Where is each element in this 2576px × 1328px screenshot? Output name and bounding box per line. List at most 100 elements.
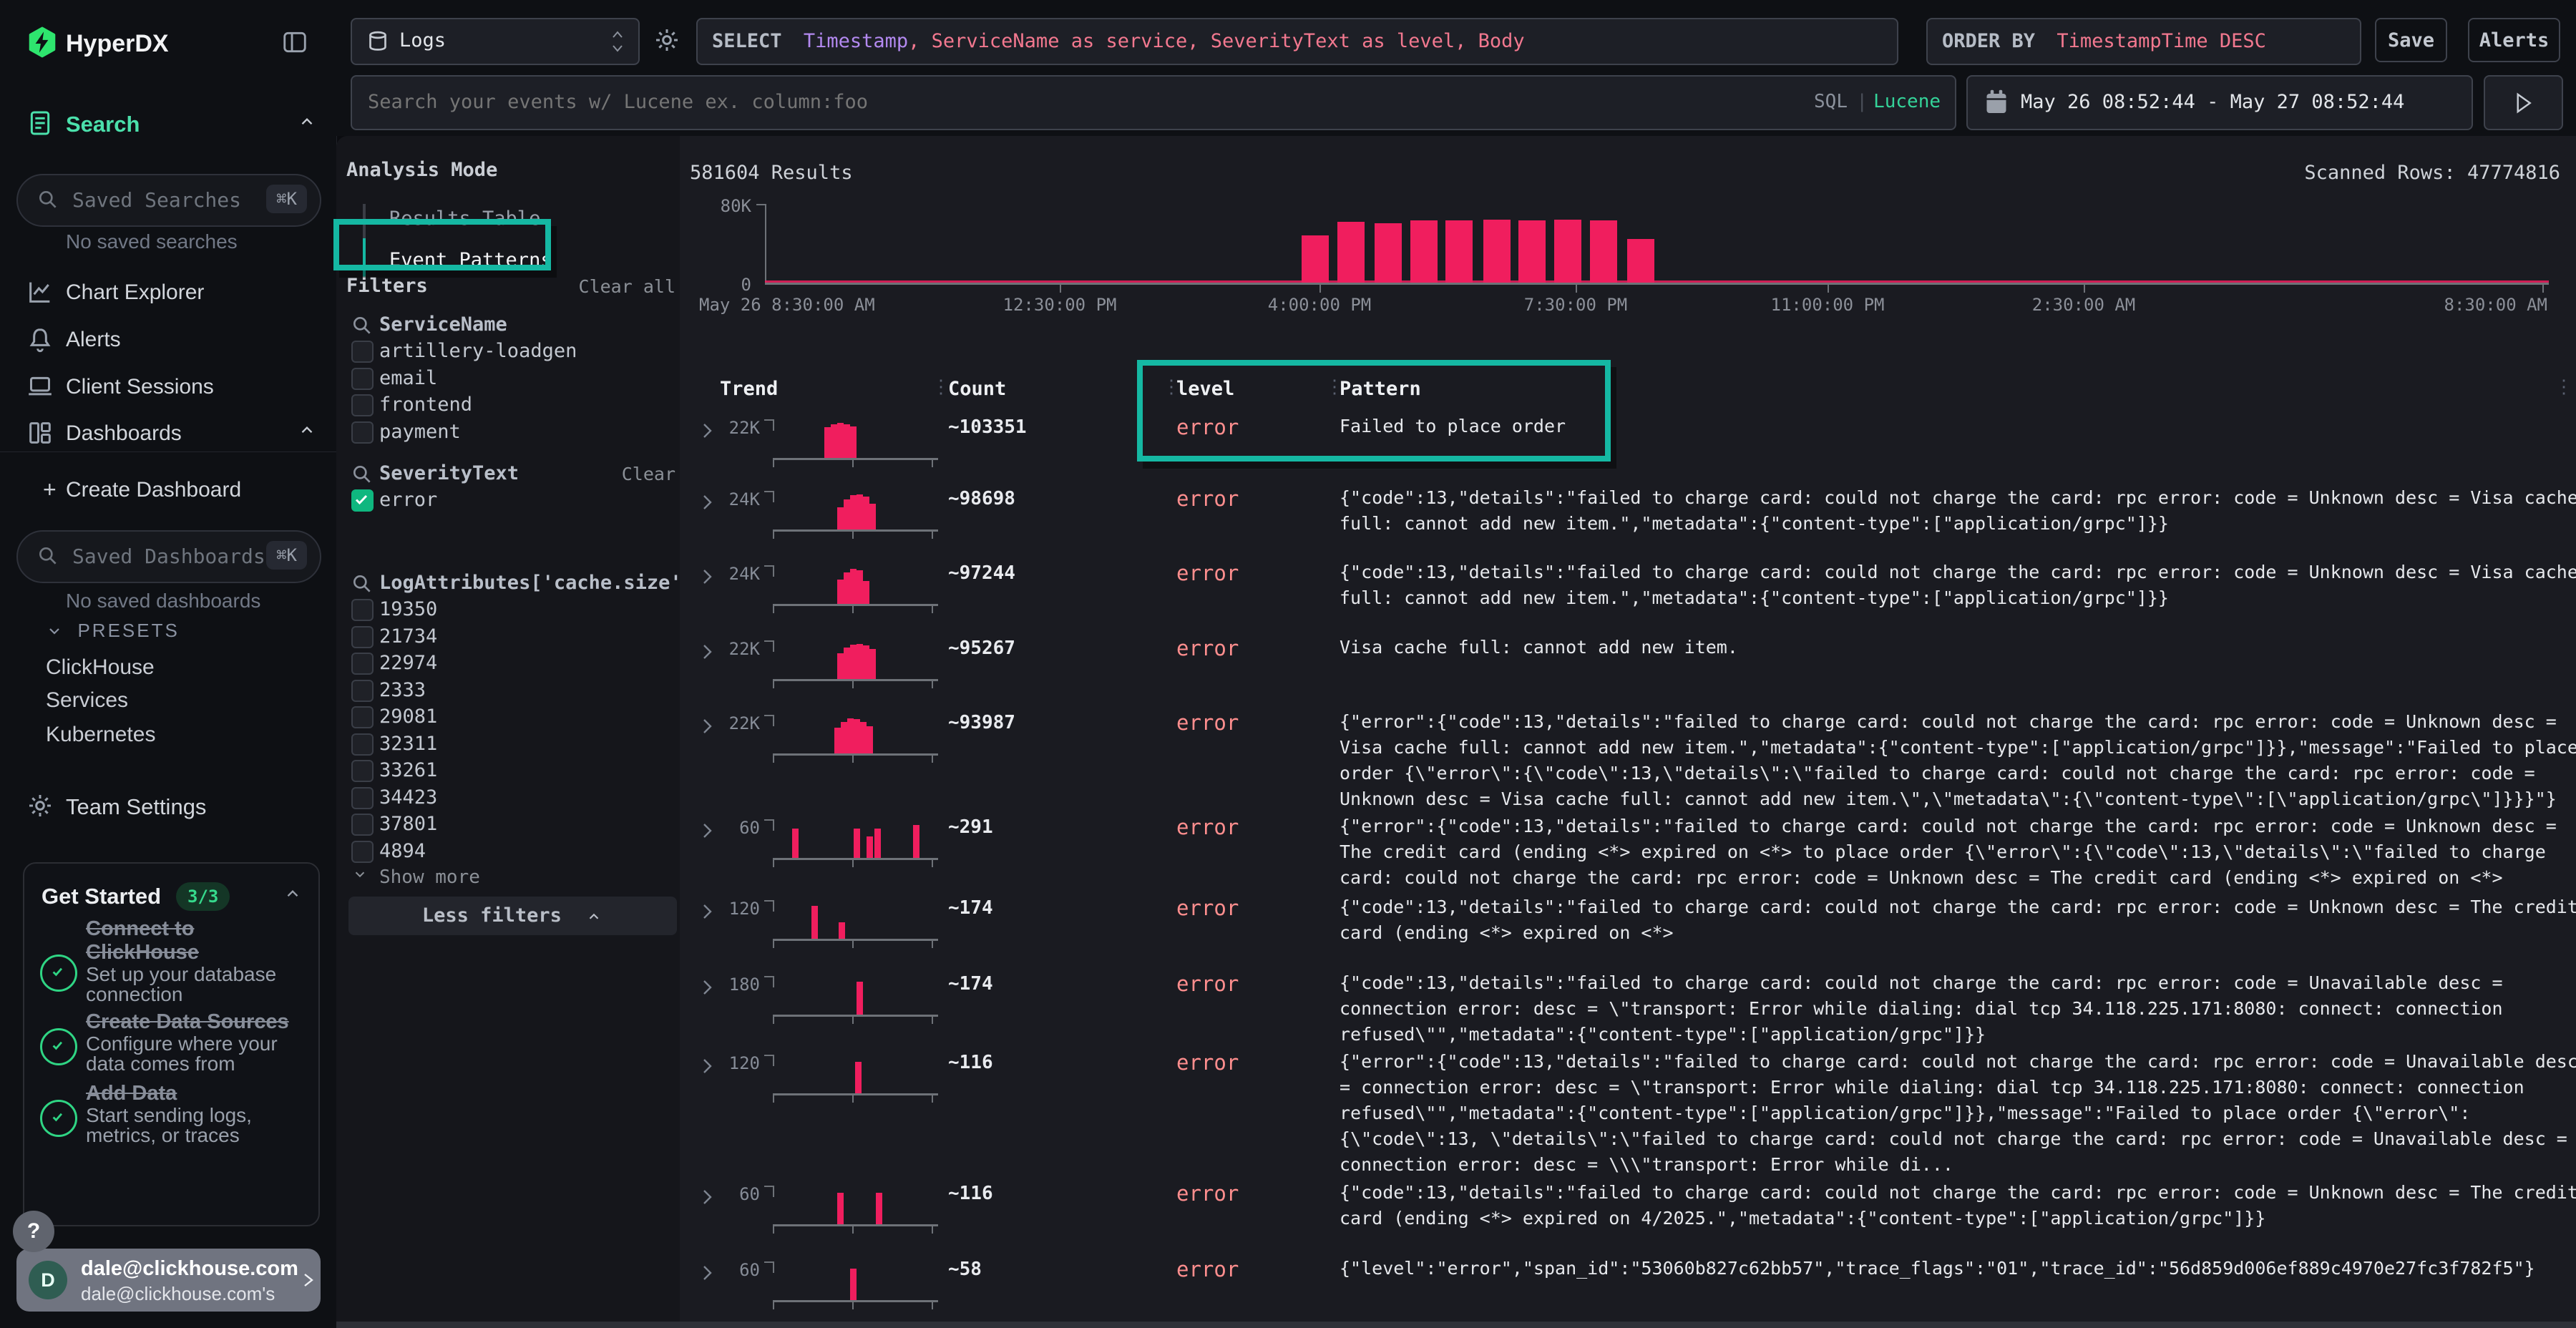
- checkbox[interactable]: [351, 368, 374, 390]
- checkbox[interactable]: [351, 421, 374, 444]
- table-row[interactable]: 120~174error{"code":13,"details":"failed…: [680, 889, 2576, 965]
- checkbox[interactable]: [351, 706, 374, 728]
- sparkline-bar: [869, 504, 876, 529]
- search-icon[interactable]: [351, 463, 374, 486]
- histogram-bar[interactable]: [1375, 223, 1402, 283]
- presets-toggle[interactable]: PRESETS: [44, 620, 180, 642]
- filter-option-payment[interactable]: payment: [336, 419, 680, 446]
- sparkline-bar: [837, 580, 844, 604]
- checkbox[interactable]: [351, 733, 374, 756]
- date-range-picker[interactable]: May 26 08:52:44 - May 27 08:52:44: [1966, 75, 2473, 130]
- filter-option-email[interactable]: email: [336, 366, 680, 393]
- user-menu[interactable]: D dale@clickhouse.com dale@clickhouse.co…: [16, 1249, 321, 1312]
- histogram-bar[interactable]: [1518, 220, 1546, 283]
- table-row[interactable]: 120~116error{"error":{"code":13,"details…: [680, 1043, 2576, 1174]
- checkbox[interactable]: [351, 680, 374, 702]
- chevron-up-icon[interactable]: [296, 113, 318, 132]
- sidebar-item-team-settings[interactable]: Team Settings: [0, 788, 336, 826]
- clear-all-filters-link[interactable]: Clear all: [579, 276, 675, 297]
- collapse-sidebar-icon[interactable]: [280, 29, 309, 56]
- sidebar-item-client-sessions[interactable]: Client Sessions: [0, 369, 336, 406]
- save-button[interactable]: Save: [2375, 18, 2447, 62]
- checkbox[interactable]: [351, 599, 374, 621]
- help-button[interactable]: ?: [13, 1211, 54, 1252]
- histogram-bar[interactable]: [1337, 222, 1365, 283]
- sidebar-item-dashboards[interactable]: Dashboards: [0, 416, 336, 453]
- event-search-input[interactable]: [366, 77, 1765, 127]
- checkbox[interactable]: [351, 341, 374, 363]
- saved-searches-input[interactable]: Saved Searches ⌘K: [16, 174, 321, 227]
- sparkline-tick: [852, 532, 854, 539]
- x-axis-tick: [1828, 283, 1829, 293]
- get-started-item-add-data[interactable]: Add DataStart sending logs, metrics, or …: [40, 1082, 305, 1150]
- preset-item-clickhouse[interactable]: ClickHouse: [46, 655, 155, 680]
- histogram-bar[interactable]: [1590, 220, 1617, 283]
- table-menu-icon[interactable]: ⋮: [2555, 376, 2573, 398]
- horizontal-scrollbar[interactable]: [336, 1322, 2576, 1328]
- histogram-bar[interactable]: [1445, 220, 1473, 283]
- table-row[interactable]: 60~116error×{"code":13,"details":"failed…: [680, 1174, 2576, 1250]
- sidebar-item-search[interactable]: Search: [0, 106, 336, 143]
- search-icon[interactable]: [351, 572, 374, 595]
- show-more-link[interactable]: Show more: [351, 866, 480, 888]
- table-row[interactable]: 22K~103351errorFailed to place order: [680, 408, 2576, 479]
- checkbox[interactable]: [351, 787, 374, 809]
- checkbox[interactable]: [351, 394, 374, 416]
- table-row[interactable]: 24K~97244error×{"code":13,"details":"fai…: [680, 554, 2576, 629]
- preset-item-kubernetes[interactable]: Kubernetes: [46, 723, 155, 747]
- histogram-bar[interactable]: [1483, 220, 1511, 283]
- filter-option-error[interactable]: error: [336, 487, 680, 514]
- filter-option-frontend[interactable]: frontend: [336, 392, 680, 419]
- checkbox[interactable]: [351, 626, 374, 648]
- search-icon[interactable]: [351, 314, 374, 337]
- filter-option-32311[interactable]: 32311: [336, 731, 680, 758]
- x-axis-label: May 26 8:30:00 AM: [699, 295, 875, 315]
- filter-option-33261[interactable]: 33261: [336, 758, 680, 785]
- checked-checkbox[interactable]: [351, 489, 374, 512]
- select-clause-input[interactable]: SELECT Timestamp, ServiceName as service…: [696, 18, 1898, 65]
- pattern-text: {"code":13,"details":"failed to charge c…: [1340, 485, 2576, 537]
- table-row[interactable]: 22K~95267errorVisa cache full: cannot ad…: [680, 629, 2576, 703]
- column-header-count[interactable]: Count: [948, 378, 1006, 400]
- alerts-button[interactable]: Alerts: [2468, 18, 2560, 62]
- get-started-item-connect-to-clickhouse[interactable]: Connect to ClickHouseSet up your databas…: [40, 917, 305, 1025]
- table-row[interactable]: 180~174error×{"code":13,"details":"faile…: [680, 965, 2576, 1043]
- filter-option-19350[interactable]: 19350: [336, 597, 680, 624]
- lucene-mode-toggle[interactable]: Lucene: [1873, 91, 1941, 112]
- saved-dashboards-input[interactable]: Saved Dashboards ⌘K: [16, 530, 321, 583]
- chevron-up-icon[interactable]: [282, 885, 303, 904]
- histogram-bar[interactable]: [1627, 239, 1654, 283]
- column-header-trend[interactable]: Trend: [720, 378, 778, 400]
- run-query-button[interactable]: [2484, 75, 2563, 130]
- filter-option-29081[interactable]: 29081: [336, 704, 680, 731]
- checkbox[interactable]: [351, 814, 374, 836]
- get-started-item-create-data-sources[interactable]: Create Data SourcesConfigure where your …: [40, 1010, 305, 1078]
- table-row[interactable]: 60~291error{"error":{"code":13,"details"…: [680, 808, 2576, 889]
- filter-option-4894[interactable]: 4894: [336, 839, 680, 866]
- create-dashboard-button[interactable]: + Create Dashboard: [0, 472, 336, 509]
- table-row[interactable]: 22K~93987error{"error":{"code":13,"detai…: [680, 703, 2576, 808]
- less-filters-button[interactable]: Less filters: [348, 897, 677, 935]
- table-row[interactable]: 24K~98698error{"code":13,"details":"fail…: [680, 479, 2576, 554]
- histogram-bar[interactable]: [1410, 220, 1438, 283]
- filter-option-34423[interactable]: 34423: [336, 785, 680, 812]
- filter-option-2333[interactable]: 2333: [336, 678, 680, 705]
- histogram-bar[interactable]: [1302, 235, 1329, 283]
- checkbox[interactable]: [351, 760, 374, 782]
- filter-option-22974[interactable]: 22974: [336, 650, 680, 678]
- preset-item-services[interactable]: Services: [46, 688, 128, 713]
- sql-mode-toggle[interactable]: SQL: [1814, 91, 1848, 112]
- source-settings-gear-icon[interactable]: [653, 26, 681, 54]
- histogram-bar[interactable]: [1554, 220, 1581, 283]
- filter-clear-link[interactable]: Clear: [622, 464, 675, 484]
- table-row[interactable]: 60~58error{"level":"error","span_id":"53…: [680, 1250, 2576, 1328]
- checkbox[interactable]: [351, 653, 374, 675]
- source-select[interactable]: Logs: [351, 18, 640, 65]
- filter-option-37801[interactable]: 37801: [336, 811, 680, 839]
- sidebar-item-alerts[interactable]: Alerts: [0, 322, 336, 359]
- sidebar-item-chart-explorer[interactable]: Chart Explorer: [0, 275, 336, 312]
- checkbox[interactable]: [351, 841, 374, 863]
- filter-option-artillery-loadgen[interactable]: artillery-loadgen: [336, 338, 680, 366]
- filter-option-21734[interactable]: 21734: [336, 624, 680, 651]
- order-by-input[interactable]: ORDER BY TimestampTime DESC: [1926, 18, 2361, 65]
